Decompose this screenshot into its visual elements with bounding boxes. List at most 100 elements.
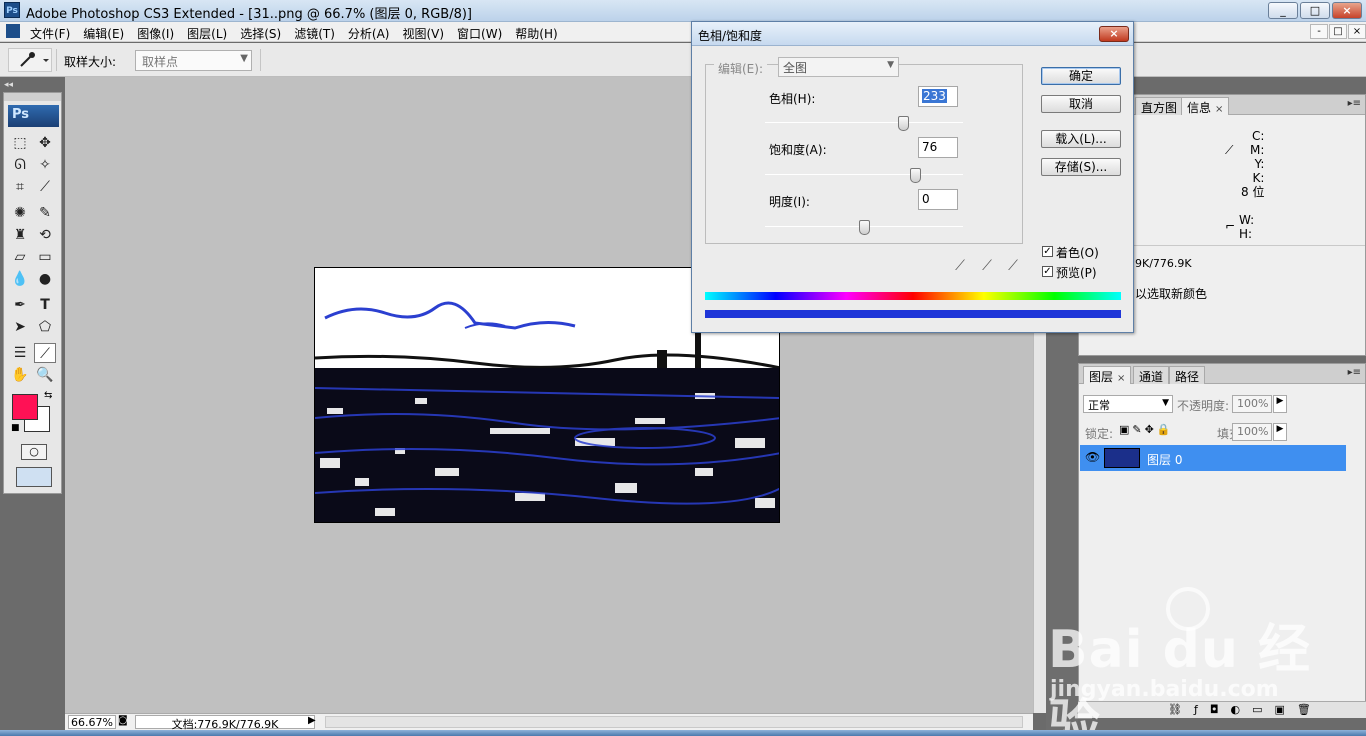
history-brush-tool-icon[interactable]: ⟲ bbox=[34, 225, 56, 245]
saturation-slider-thumb[interactable] bbox=[909, 168, 921, 183]
crop-tool-icon[interactable]: ⌗ bbox=[9, 177, 31, 197]
menu-layer[interactable]: 图层(L) bbox=[187, 25, 227, 42]
menu-filter[interactable]: 滤镜(T) bbox=[294, 25, 335, 42]
dodge-tool-icon[interactable]: ● bbox=[34, 269, 56, 289]
menu-select[interactable]: 选择(S) bbox=[240, 25, 281, 42]
menu-view[interactable]: 视图(V) bbox=[402, 25, 444, 42]
slice-tool-icon[interactable]: ⟋ bbox=[34, 177, 56, 197]
toolbox: Ps ⬚ ✥ ᘏ ✧ ⌗ ⟋ ✺ ✎ ♜ ⟲ ▱ ▭ 💧 ● ✒ T ➤ ⬠ ☰… bbox=[3, 92, 62, 494]
panel-menu-icon[interactable]: ▸≡ bbox=[1348, 367, 1361, 378]
menu-file[interactable]: 文件(F) bbox=[30, 25, 70, 42]
document-icon[interactable] bbox=[6, 24, 20, 38]
eyedropper-plus-icon[interactable]: ⟋ bbox=[979, 258, 995, 276]
zoom-tool-icon[interactable]: 🔍 bbox=[34, 365, 56, 385]
marquee-tool-icon[interactable]: ⬚ bbox=[9, 133, 31, 153]
layer-name[interactable]: 图层 0 bbox=[1147, 451, 1182, 468]
window-title-bar: Ps Adobe Photoshop CS3 Extended - [31..p… bbox=[0, 0, 1366, 22]
horizontal-scrollbar[interactable] bbox=[325, 716, 1023, 728]
cancel-button[interactable]: 取消 bbox=[1041, 95, 1121, 113]
doc-restore-button[interactable]: □ bbox=[1329, 24, 1347, 39]
shape-tool-icon[interactable]: ⬠ bbox=[34, 317, 56, 337]
magic-wand-tool-icon[interactable]: ✧ bbox=[34, 155, 56, 175]
close-tab-icon[interactable]: × bbox=[1117, 373, 1125, 384]
dialog-close-button[interactable]: × bbox=[1099, 26, 1129, 42]
status-arrow-icon[interactable]: ▶ bbox=[308, 715, 316, 726]
layers-panel-tabs: 图层 × 通道 路径 ▸≡ bbox=[1079, 364, 1365, 384]
toolbox-grip[interactable] bbox=[4, 93, 61, 101]
collapse-arrows-icon[interactable]: ◂◂ bbox=[4, 80, 13, 90]
close-tab-icon[interactable]: × bbox=[1215, 104, 1223, 115]
tab-paths-label: 路径 bbox=[1175, 370, 1200, 384]
foreground-color-swatch[interactable] bbox=[12, 394, 38, 420]
default-colors-icon[interactable]: ■ bbox=[11, 423, 20, 433]
tab-paths[interactable]: 路径 bbox=[1169, 366, 1206, 384]
menu-edit[interactable]: 编辑(E) bbox=[83, 25, 124, 42]
load-button[interactable]: 载入(L)... bbox=[1041, 130, 1121, 148]
preview-checkbox[interactable]: ✓ bbox=[1042, 266, 1053, 277]
type-tool-icon[interactable]: T bbox=[34, 295, 56, 315]
tab-layers[interactable]: 图层 × bbox=[1083, 366, 1132, 384]
move-tool-icon[interactable]: ✥ bbox=[34, 133, 56, 153]
doc-close-button[interactable]: × bbox=[1348, 24, 1366, 39]
saturation-input[interactable]: 76 bbox=[918, 137, 958, 158]
output-spectrum-bar bbox=[705, 310, 1121, 318]
edit-select[interactable]: 全图 ▼ bbox=[778, 57, 899, 77]
close-window-button[interactable]: × bbox=[1332, 2, 1362, 19]
hand-tool-icon[interactable]: ✋ bbox=[9, 365, 31, 385]
tab-channels[interactable]: 通道 bbox=[1133, 366, 1170, 384]
eyedropper-icon[interactable]: ⟋ bbox=[952, 258, 968, 276]
notes-tool-icon[interactable]: ☰ bbox=[9, 343, 31, 363]
visibility-eye-icon[interactable]: 👁 bbox=[1085, 450, 1100, 464]
status-menu-icon[interactable]: ◙ bbox=[118, 715, 128, 726]
lightness-input[interactable]: 0 bbox=[918, 189, 958, 210]
hue-input[interactable]: 233 bbox=[918, 86, 958, 107]
menu-help[interactable]: 帮助(H) bbox=[515, 25, 557, 42]
zoom-level[interactable]: 66.67% bbox=[68, 715, 116, 729]
gradient-tool-icon[interactable]: ▭ bbox=[34, 247, 56, 267]
tool-preset-picker[interactable] bbox=[8, 48, 52, 72]
lasso-tool-icon[interactable]: ᘏ bbox=[9, 155, 31, 175]
blend-mode-select[interactable]: 正常 ▼ bbox=[1083, 395, 1173, 413]
sample-size-select[interactable]: 取样点 ▼ bbox=[135, 50, 252, 71]
screen-mode-icon[interactable] bbox=[16, 467, 52, 487]
divider bbox=[56, 49, 57, 71]
fill-input[interactable]: 100% bbox=[1232, 423, 1272, 441]
healing-brush-tool-icon[interactable]: ✺ bbox=[9, 203, 31, 223]
swap-colors-icon[interactable]: ⇆ bbox=[44, 390, 52, 401]
colorize-checkbox[interactable]: ✓ bbox=[1042, 246, 1053, 257]
opacity-input[interactable]: 100% bbox=[1232, 395, 1272, 413]
eyedropper-tool-icon[interactable]: ⟋ bbox=[34, 343, 56, 363]
tab-histogram[interactable]: 直方图 bbox=[1135, 97, 1184, 115]
menu-window[interactable]: 窗口(W) bbox=[457, 25, 502, 42]
path-selection-tool-icon[interactable]: ➤ bbox=[9, 317, 31, 337]
opacity-arrow-icon[interactable]: ▶ bbox=[1273, 395, 1287, 413]
lightness-slider-thumb[interactable] bbox=[858, 220, 870, 235]
tab-info[interactable]: 信息 × bbox=[1181, 97, 1230, 115]
doc-minimize-button[interactable]: - bbox=[1310, 24, 1328, 39]
save-button[interactable]: 存储(S)... bbox=[1041, 158, 1121, 176]
panel-menu-icon[interactable]: ▸≡ bbox=[1348, 98, 1361, 109]
preview-label[interactable]: 预览(P) bbox=[1056, 264, 1097, 281]
quick-mask-icon[interactable]: ○ bbox=[21, 444, 47, 460]
fill-arrow-icon[interactable]: ▶ bbox=[1273, 423, 1287, 441]
hue-slider-track[interactable] bbox=[765, 122, 963, 123]
brush-tool-icon[interactable]: ✎ bbox=[34, 203, 56, 223]
maximize-button[interactable]: □ bbox=[1300, 2, 1330, 19]
menu-analysis[interactable]: 分析(A) bbox=[348, 25, 390, 42]
colorize-label[interactable]: 着色(O) bbox=[1056, 244, 1099, 261]
photoshop-app-icon: Ps bbox=[4, 2, 20, 18]
ok-button[interactable]: 确定 bbox=[1041, 67, 1121, 85]
blur-tool-icon[interactable]: 💧 bbox=[9, 269, 31, 289]
eyedropper-minus-icon[interactable]: ⟋ bbox=[1005, 258, 1021, 276]
edit-label: 编辑(E): bbox=[714, 60, 767, 77]
pen-tool-icon[interactable]: ✒ bbox=[9, 295, 31, 315]
lock-icons[interactable]: ▣✎✥🔒 bbox=[1119, 423, 1174, 436]
dialog-title-bar[interactable]: 色相/饱和度 bbox=[692, 22, 1133, 46]
hue-slider-thumb[interactable] bbox=[898, 116, 910, 131]
clone-stamp-tool-icon[interactable]: ♜ bbox=[9, 225, 31, 245]
minimize-button[interactable]: _ bbox=[1268, 2, 1298, 19]
menu-items: 文件(F) 编辑(E) 图像(I) 图层(L) 选择(S) 滤镜(T) 分析(A… bbox=[30, 25, 571, 42]
menu-image[interactable]: 图像(I) bbox=[137, 25, 174, 42]
eraser-tool-icon[interactable]: ▱ bbox=[9, 247, 31, 267]
saturation-slider-track[interactable] bbox=[765, 174, 963, 175]
